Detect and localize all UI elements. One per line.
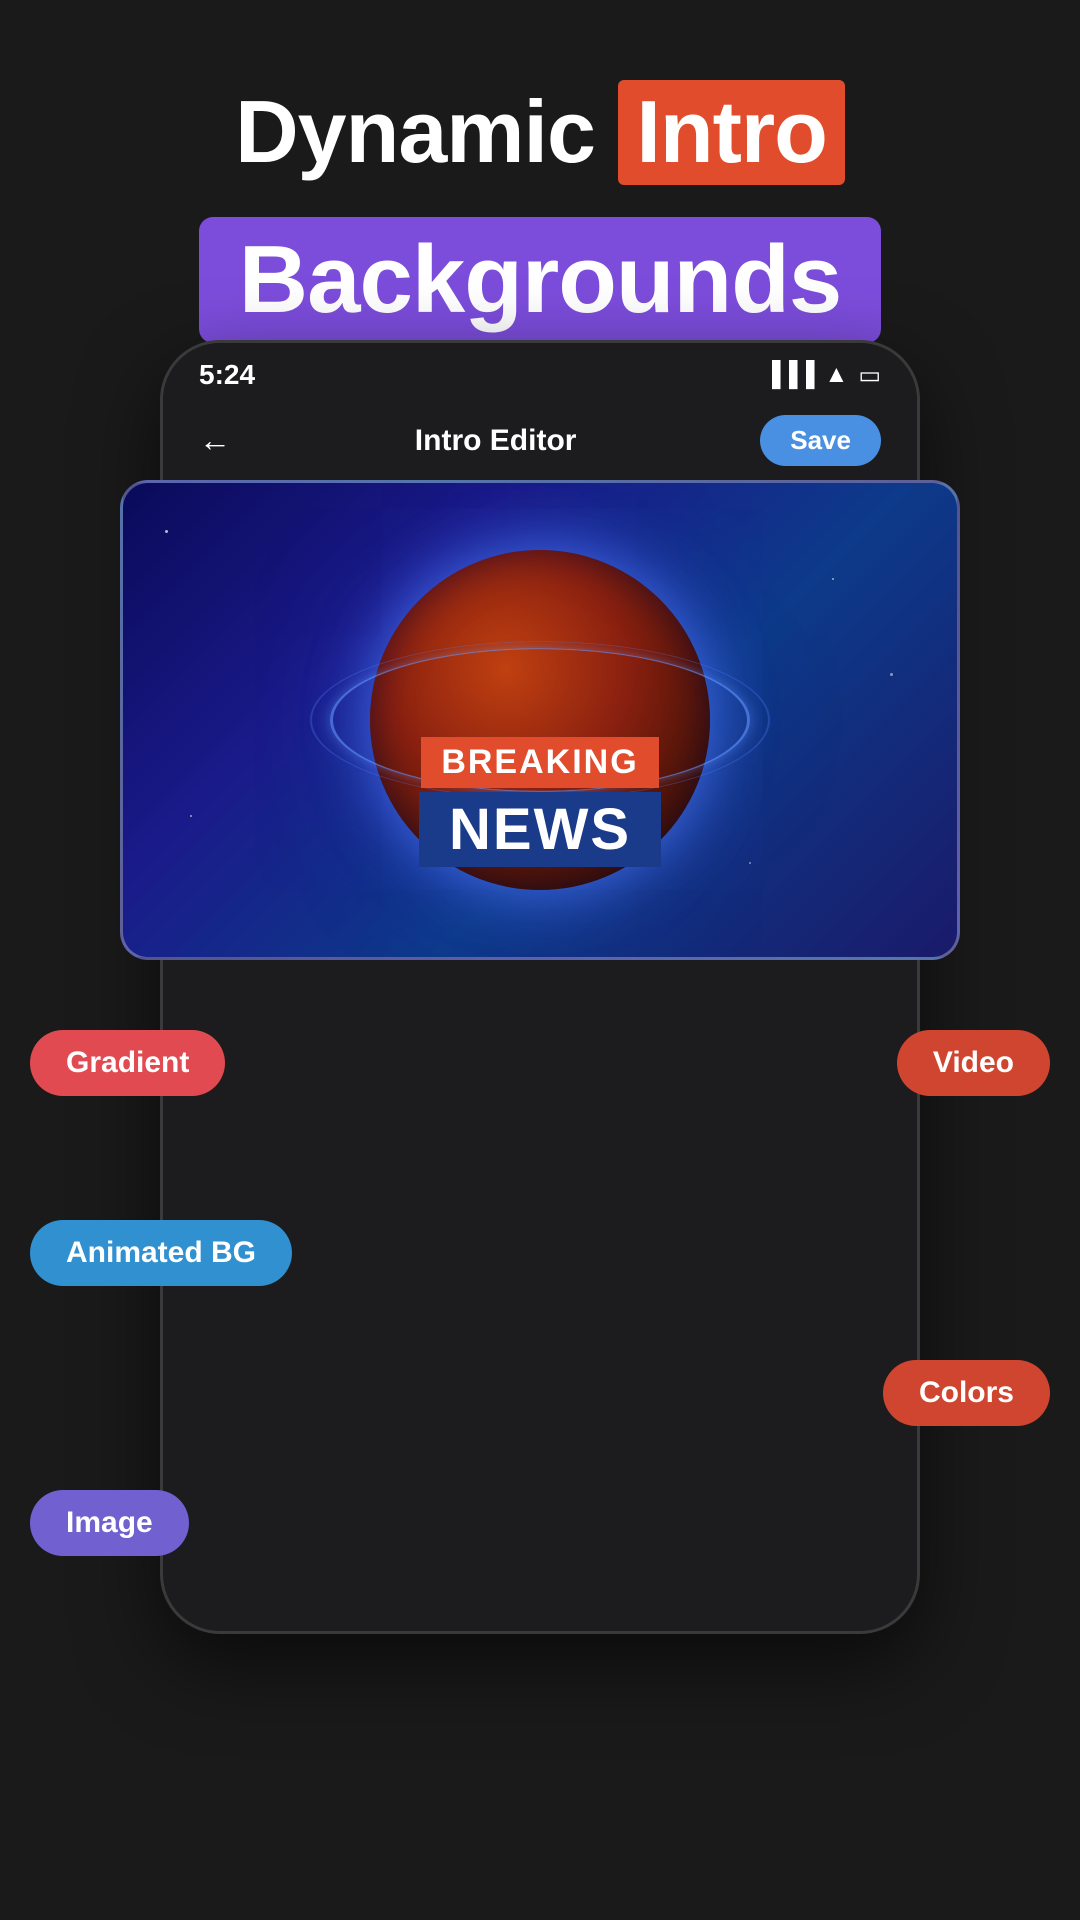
status-time: 5:24 bbox=[199, 359, 255, 391]
news-label: NEWS bbox=[419, 792, 661, 867]
breaking-label: BREAKING bbox=[421, 737, 658, 788]
title-intro-highlight: Intro bbox=[618, 80, 845, 185]
phone-nav-bar: ← Intro Editor Save bbox=[163, 399, 917, 482]
colors-pill[interactable]: Colors bbox=[883, 1360, 1050, 1426]
video-pill[interactable]: Video bbox=[897, 1030, 1050, 1096]
title-backgrounds-wrap: Backgrounds bbox=[199, 217, 881, 343]
signal-icon: ▐▐▐ bbox=[764, 361, 815, 389]
status-bar: 5:24 ▐▐▐ ▲ ▭ bbox=[163, 343, 917, 399]
video-bg: BREAKING NEWS bbox=[123, 483, 957, 957]
title-line2: Backgrounds bbox=[239, 226, 841, 333]
gradient-pill[interactable]: Gradient bbox=[30, 1030, 225, 1096]
animated-bg-pill[interactable]: Animated BG bbox=[30, 1220, 292, 1286]
back-button[interactable]: ← bbox=[199, 422, 231, 459]
header-section: Dynamic Intro Backgrounds bbox=[0, 0, 1080, 383]
battery-icon: ▭ bbox=[858, 361, 881, 390]
save-button[interactable]: Save bbox=[760, 415, 881, 466]
nav-title: Intro Editor bbox=[415, 424, 577, 458]
title-line1: Dynamic Intro bbox=[0, 80, 1080, 185]
status-icons: ▐▐▐ ▲ ▭ bbox=[764, 361, 881, 390]
image-pill[interactable]: Image bbox=[30, 1490, 189, 1556]
breaking-news-box: BREAKING NEWS bbox=[419, 737, 661, 867]
video-preview: BREAKING NEWS bbox=[120, 480, 960, 960]
wifi-icon: ▲ bbox=[825, 361, 849, 389]
